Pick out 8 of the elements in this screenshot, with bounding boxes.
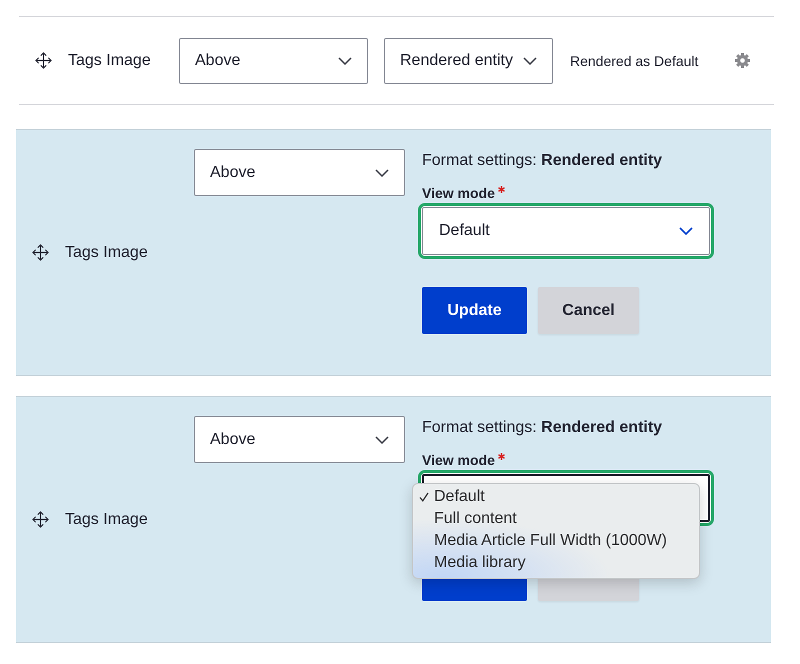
field-label: Tags Image <box>65 244 148 262</box>
field-label: Tags Image <box>68 52 152 70</box>
field-label: Tags Image <box>65 510 148 528</box>
formatter-summary: Rendered as Default <box>570 52 700 68</box>
view-mode-label: View mode <box>422 184 495 202</box>
format-settings-title: Format settings: Rendered entity <box>422 151 662 171</box>
format-settings-title: Format settings: Rendered entity <box>422 418 662 438</box>
view-mode-label: View mode <box>422 451 495 469</box>
